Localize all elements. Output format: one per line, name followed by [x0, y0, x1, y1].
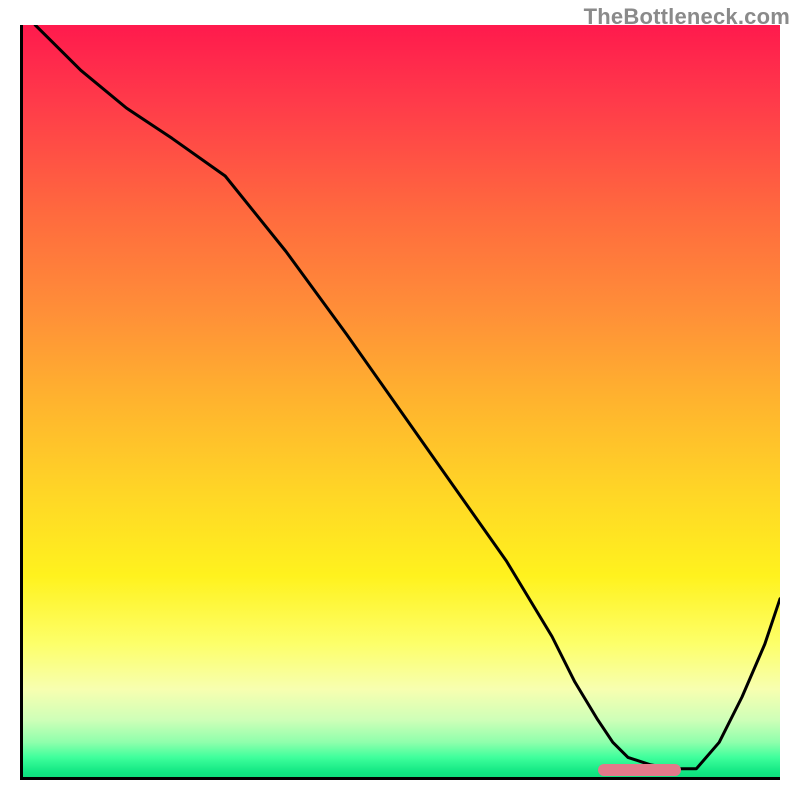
minimum-marker: [598, 764, 682, 776]
curve-svg: [20, 25, 780, 780]
chart-canvas: [20, 25, 780, 780]
bottleneck-curve-path: [35, 25, 780, 769]
